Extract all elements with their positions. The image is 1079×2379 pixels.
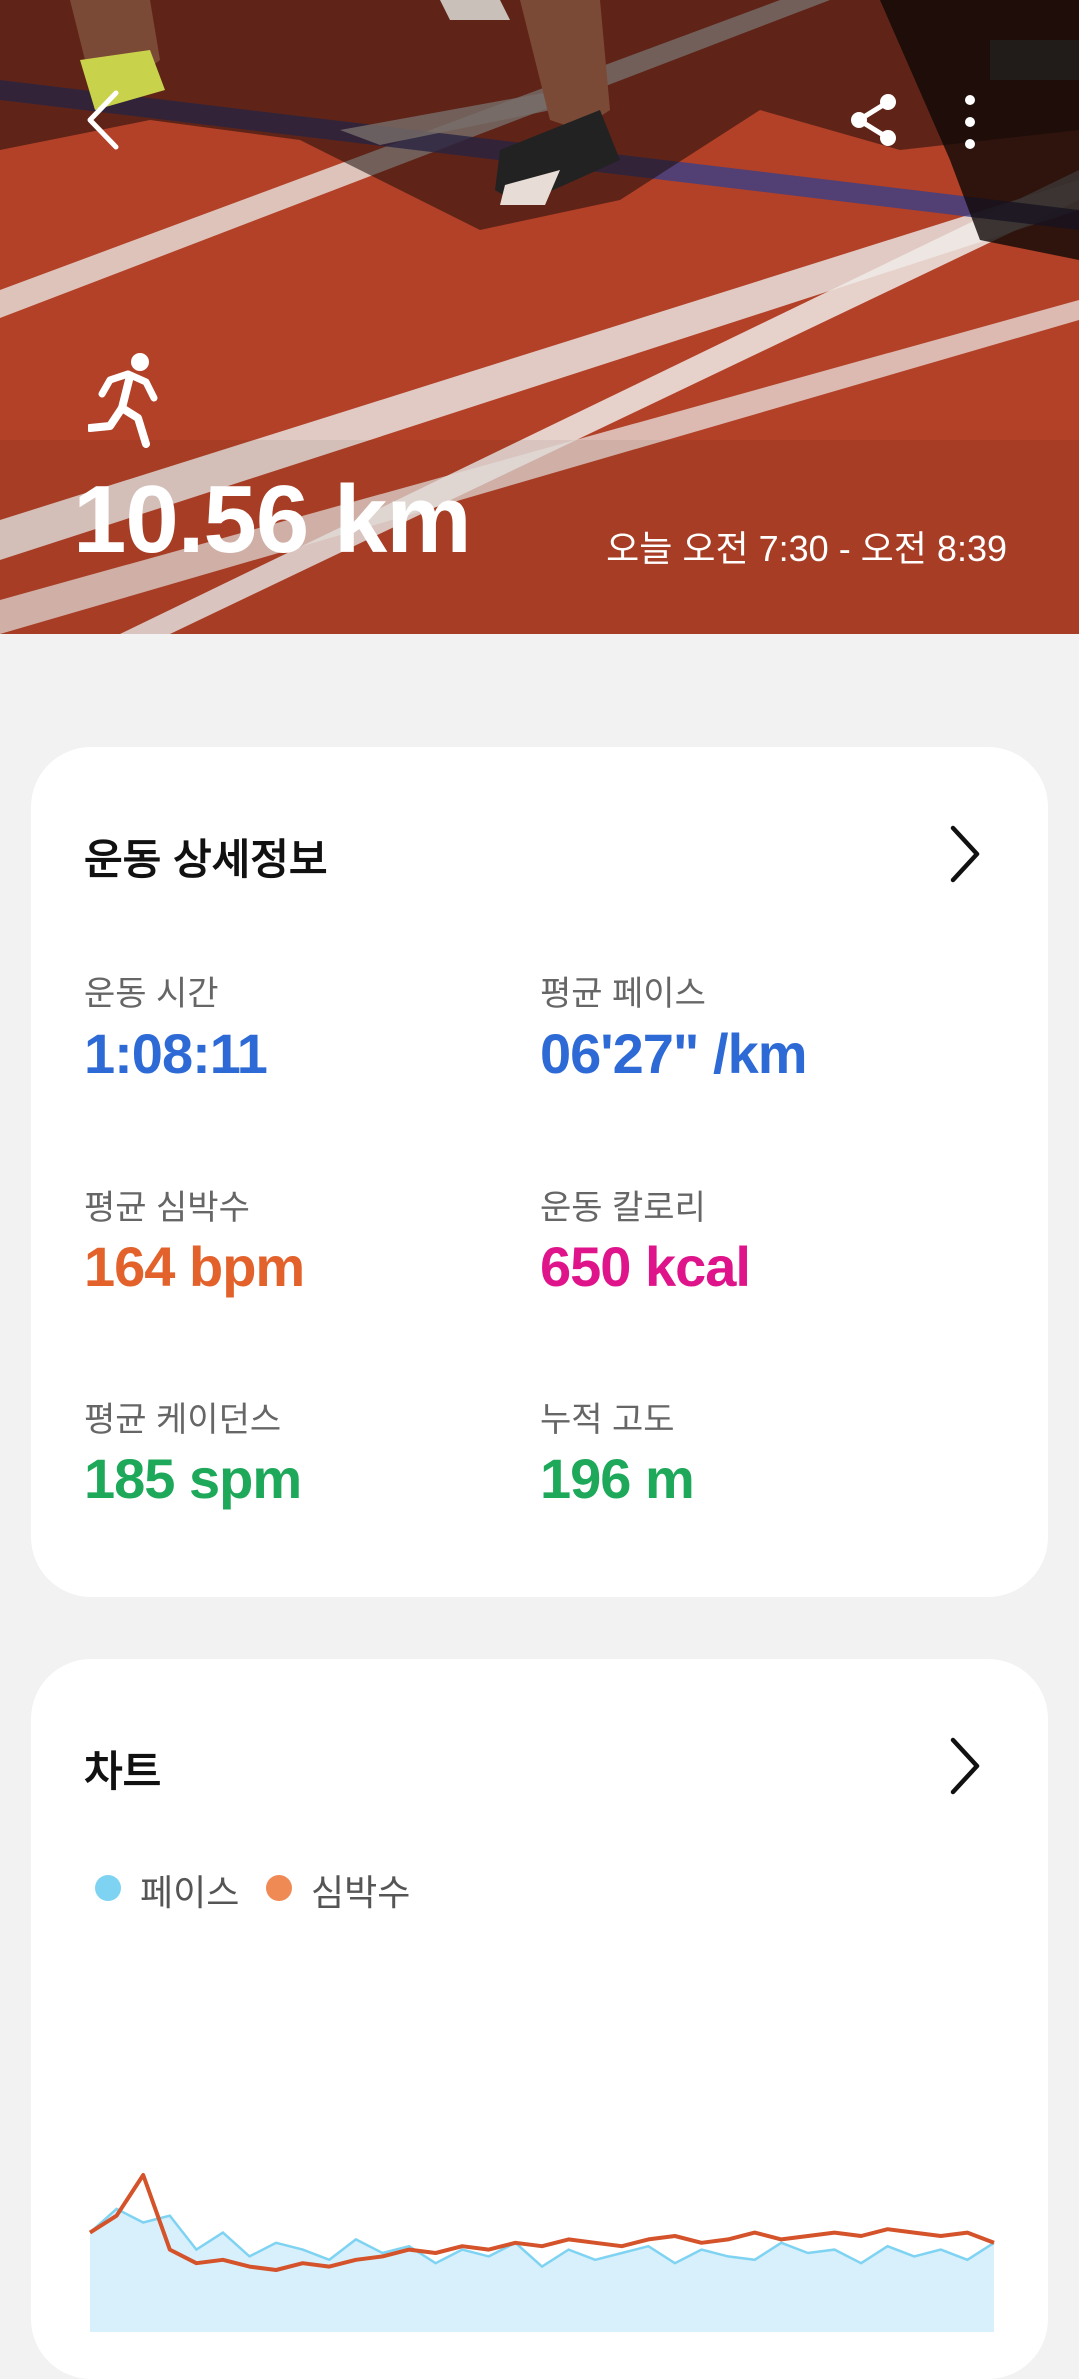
chart-title: 차트 xyxy=(84,1748,162,1795)
legend-dot-heart-rate xyxy=(266,1875,292,1901)
details-chevron-right-icon[interactable] xyxy=(945,822,985,886)
stat-value-elevation-gain: 196 m xyxy=(540,1447,695,1510)
legend-dot-pace xyxy=(95,1875,121,1901)
hero-header: 10.56 km 오늘 오전 7:30 - 오전 8:39 xyxy=(0,0,1079,634)
stat-value-calories: 650 kcal xyxy=(540,1235,751,1298)
stat-label-avg-heart-rate: 평균 심박수 xyxy=(84,1189,250,1227)
distance-value: 10.56 km xyxy=(73,466,472,573)
stat-value-duration: 1:08:11 xyxy=(84,1022,268,1085)
stat-value-avg-heart-rate: 164 bpm xyxy=(84,1235,305,1298)
running-icon xyxy=(88,353,158,448)
stat-value-avg-cadence: 185 spm xyxy=(84,1447,302,1510)
stat-value-avg-pace: 06'27" /km xyxy=(540,1022,807,1085)
workout-time-range: 오늘 오전 7:30 - 오전 8:39 xyxy=(606,528,1007,569)
pace-series-area xyxy=(90,2208,994,2332)
share-icon[interactable] xyxy=(846,92,902,148)
stat-label-avg-pace: 평균 페이스 xyxy=(540,975,706,1013)
stat-label-avg-cadence: 평균 케이던스 xyxy=(84,1401,282,1439)
legend-label-heart-rate: 심박수 xyxy=(311,1872,411,1913)
pace-heart-rate-chart[interactable] xyxy=(86,2080,998,2332)
chart-chevron-right-icon[interactable] xyxy=(945,1734,985,1798)
legend-label-pace: 페이스 xyxy=(140,1872,240,1913)
more-vertical-icon[interactable] xyxy=(948,90,992,154)
stat-label-calories: 운동 칼로리 xyxy=(540,1189,706,1227)
back-chevron-left-icon[interactable] xyxy=(80,85,128,155)
stat-label-duration: 운동 시간 xyxy=(84,975,219,1013)
stat-label-elevation-gain: 누적 고도 xyxy=(540,1401,675,1439)
details-title: 운동 상세정보 xyxy=(84,836,328,883)
